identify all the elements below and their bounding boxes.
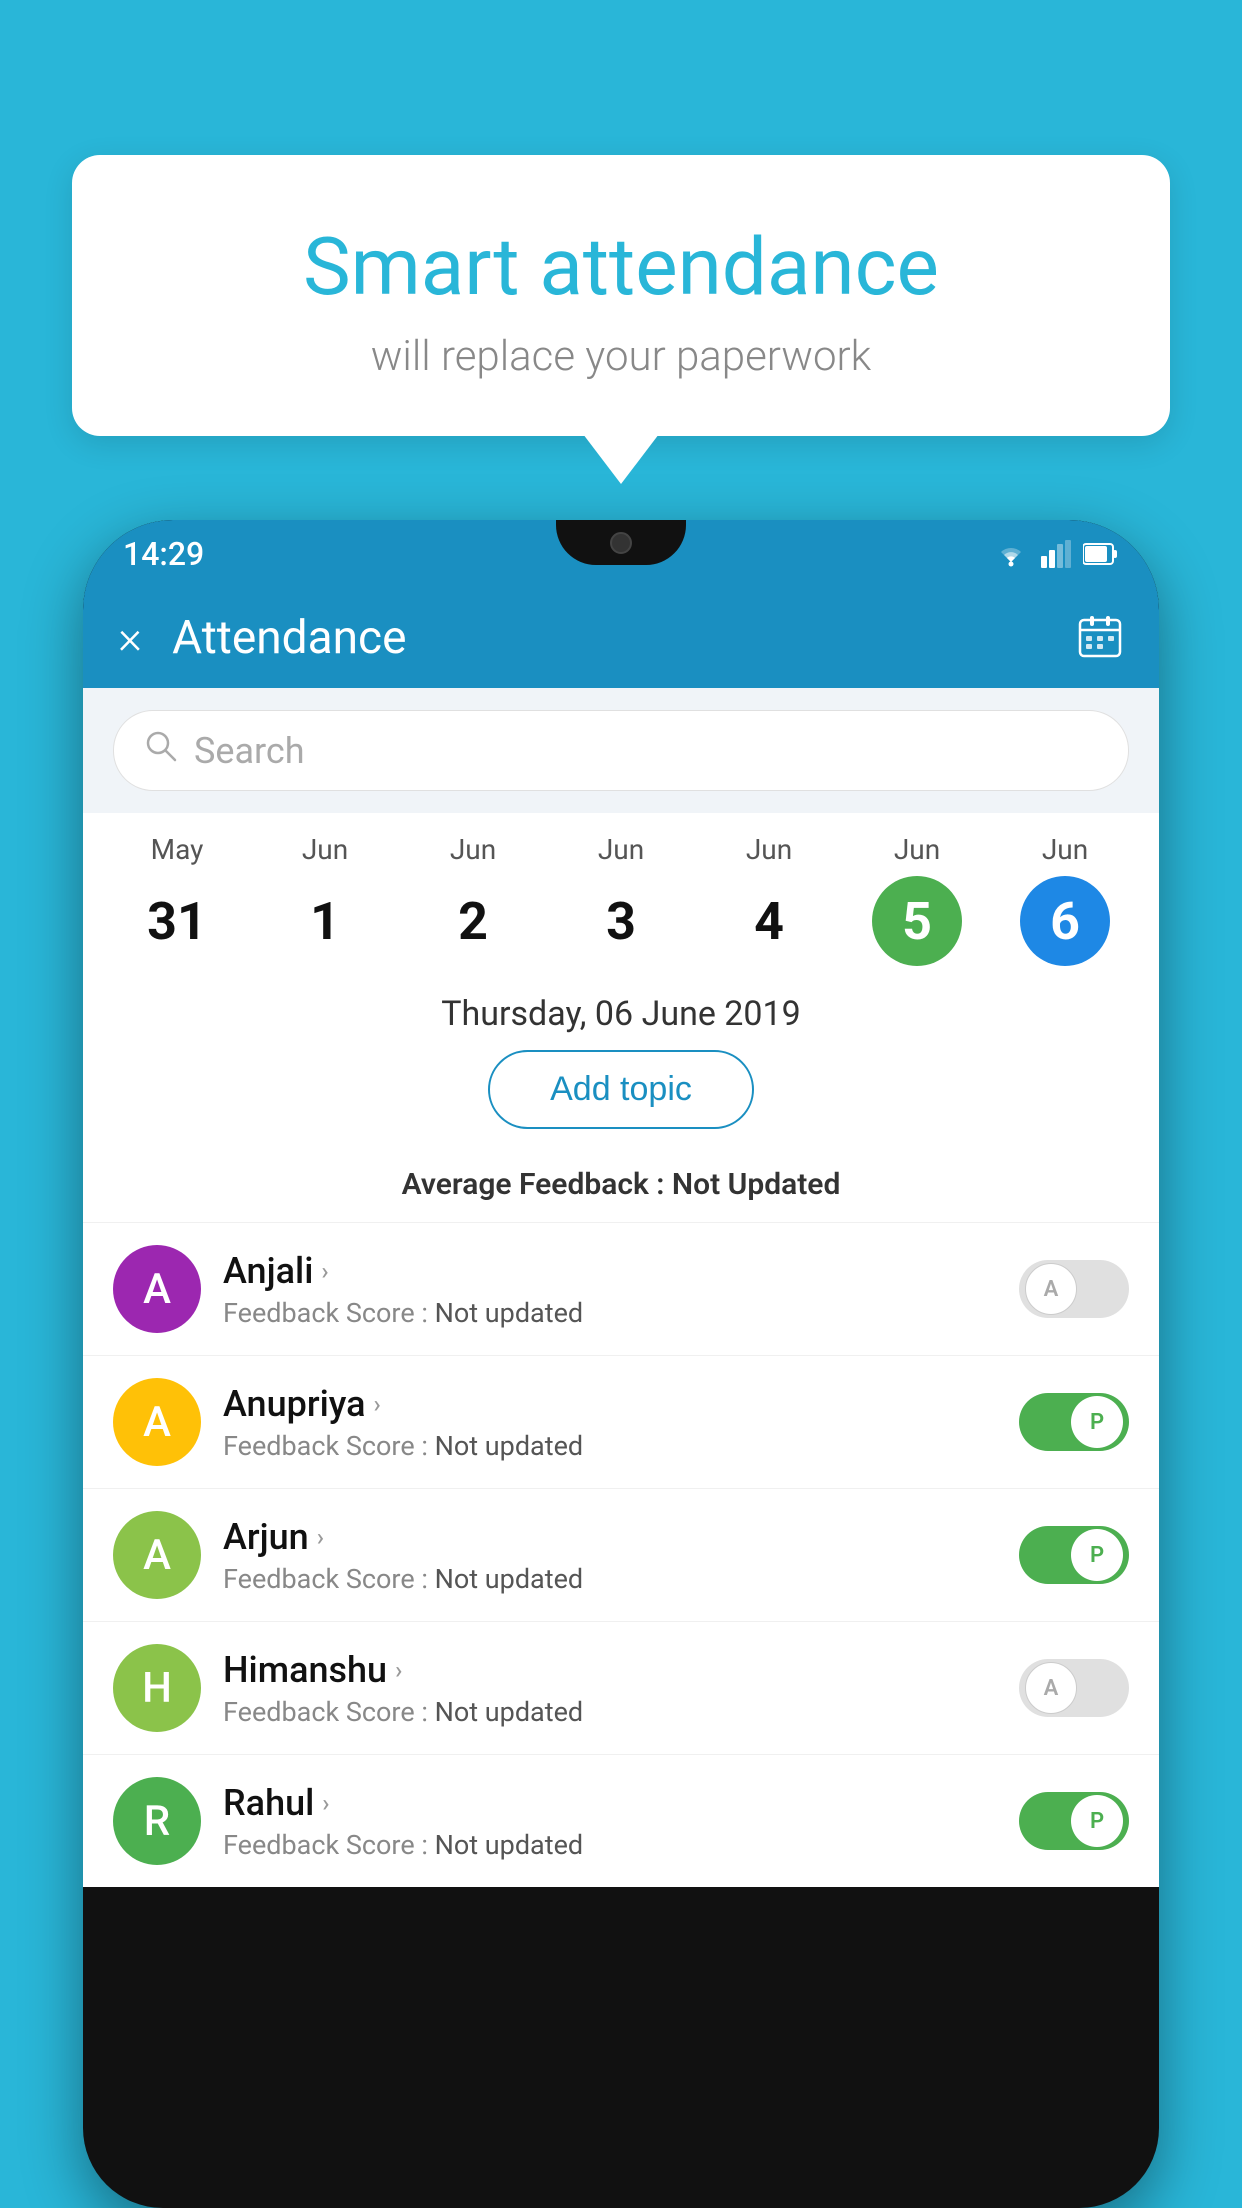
student-feedback: Feedback Score : Not updated xyxy=(223,1430,997,1462)
student-info: Arjun › Feedback Score : Not updated xyxy=(223,1516,997,1595)
student-item[interactable]: A Anjali › Feedback Score : Not updated A xyxy=(83,1222,1159,1355)
student-name: Anupriya › xyxy=(223,1383,997,1425)
speech-bubble: Smart attendance will replace your paper… xyxy=(72,155,1170,436)
avg-feedback-label: Average Feedback : xyxy=(402,1167,672,1202)
bubble-subtitle: will replace your paperwork xyxy=(132,332,1110,381)
student-avatar: A xyxy=(113,1511,201,1599)
speech-bubble-wrapper: Smart attendance will replace your paper… xyxy=(72,155,1170,436)
cal-month-label: Jun xyxy=(450,833,496,866)
calendar-day[interactable]: Jun 5 xyxy=(867,833,967,966)
add-topic-button[interactable]: Add topic xyxy=(488,1050,754,1129)
student-info: Anjali › Feedback Score : Not updated xyxy=(223,1250,997,1329)
chevron-right-icon: › xyxy=(395,1656,402,1684)
attendance-toggle[interactable]: P xyxy=(1019,1393,1129,1451)
cal-date-number: 3 xyxy=(576,876,666,966)
cal-month-label: Jun xyxy=(894,833,940,866)
student-item[interactable]: A Arjun › Feedback Score : Not updated P xyxy=(83,1488,1159,1621)
student-item[interactable]: A Anupriya › Feedback Score : Not updated P xyxy=(83,1355,1159,1488)
student-feedback: Feedback Score : Not updated xyxy=(223,1297,997,1329)
cal-month-label: Jun xyxy=(302,833,348,866)
chevron-right-icon: › xyxy=(321,1257,328,1285)
chevron-right-icon: › xyxy=(317,1523,324,1551)
calendar-day[interactable]: Jun 4 xyxy=(719,833,819,966)
app-bar: × Attendance xyxy=(83,588,1159,688)
student-name: Rahul › xyxy=(223,1782,997,1824)
chevron-right-icon: › xyxy=(374,1390,381,1418)
search-container: Search xyxy=(83,688,1159,813)
avg-feedback-value: Not Updated xyxy=(672,1167,840,1202)
attendance-toggle[interactable]: A xyxy=(1019,1260,1129,1318)
close-button[interactable]: × xyxy=(118,615,142,661)
signal-icon xyxy=(1041,540,1071,568)
calendar-strip: May 31 Jun 1 Jun 2 Jun 3 Jun 4 Jun 5 Jun 6 xyxy=(83,813,1159,966)
status-bar: 14:29 xyxy=(83,520,1159,588)
cal-date-number: 1 xyxy=(280,876,370,966)
toggle-knob: A xyxy=(1025,1662,1077,1714)
student-info: Rahul › Feedback Score : Not updated xyxy=(223,1782,997,1861)
battery-icon xyxy=(1083,541,1119,567)
student-avatar: R xyxy=(113,1777,201,1865)
cal-month-label: Jun xyxy=(1042,833,1088,866)
toggle-knob: P xyxy=(1071,1396,1123,1448)
student-item[interactable]: H Himanshu › Feedback Score : Not updated A xyxy=(83,1621,1159,1754)
cal-date-number: 31 xyxy=(132,876,222,966)
student-list: AAnjali ›Feedback Score : Not updatedAAA… xyxy=(83,1222,1159,1887)
cal-date-number: 5 xyxy=(872,876,962,966)
calendar-day[interactable]: May 31 xyxy=(127,833,227,966)
phone-frame: 14:29 xyxy=(83,520,1159,2208)
search-icon xyxy=(144,729,178,772)
student-feedback: Feedback Score : Not updated xyxy=(223,1696,997,1728)
cal-month-label: Jun xyxy=(598,833,644,866)
cal-month-label: May xyxy=(151,833,204,866)
attendance-toggle[interactable]: P xyxy=(1019,1526,1129,1584)
phone-inner: 14:29 xyxy=(83,520,1159,2208)
chevron-right-icon: › xyxy=(322,1789,329,1817)
toggle-knob: P xyxy=(1071,1529,1123,1581)
bubble-title: Smart attendance xyxy=(132,220,1110,314)
calendar-day[interactable]: Jun 3 xyxy=(571,833,671,966)
student-name: Himanshu › xyxy=(223,1649,997,1691)
student-avatar: A xyxy=(113,1378,201,1466)
attendance-toggle[interactable]: A xyxy=(1019,1659,1129,1717)
cal-month-label: Jun xyxy=(746,833,792,866)
calendar-day[interactable]: Jun 6 xyxy=(1015,833,1115,966)
student-feedback: Feedback Score : Not updated xyxy=(223,1829,997,1861)
student-name: Arjun › xyxy=(223,1516,997,1558)
cal-date-number: 6 xyxy=(1020,876,1110,966)
search-placeholder: Search xyxy=(194,730,305,772)
status-time: 14:29 xyxy=(123,535,204,573)
avg-feedback: Average Feedback : Not Updated xyxy=(83,1167,1159,1222)
student-avatar: A xyxy=(113,1245,201,1333)
student-avatar: H xyxy=(113,1644,201,1732)
camera xyxy=(610,532,632,554)
search-bar[interactable]: Search xyxy=(113,710,1129,791)
calendar-day[interactable]: Jun 1 xyxy=(275,833,375,966)
student-name: Anjali › xyxy=(223,1250,997,1292)
attendance-toggle[interactable]: P xyxy=(1019,1792,1129,1850)
calendar-day[interactable]: Jun 2 xyxy=(423,833,523,966)
toggle-knob: P xyxy=(1071,1795,1123,1847)
status-icons xyxy=(993,540,1119,568)
toggle-knob: A xyxy=(1025,1263,1077,1315)
calendar-icon[interactable] xyxy=(1076,612,1124,664)
cal-date-number: 4 xyxy=(724,876,814,966)
notch xyxy=(556,520,686,565)
app-title: Attendance xyxy=(172,611,1046,665)
cal-date-number: 2 xyxy=(428,876,518,966)
selected-date: Thursday, 06 June 2019 xyxy=(83,966,1159,1050)
student-feedback: Feedback Score : Not updated xyxy=(223,1563,997,1595)
student-info: Anupriya › Feedback Score : Not updated xyxy=(223,1383,997,1462)
phone-screen: Search May 31 Jun 1 Jun 2 Jun 3 Jun 4 Jun 5 Jun 6 Thu… xyxy=(83,688,1159,2208)
wifi-icon xyxy=(993,540,1029,568)
student-info: Himanshu › Feedback Score : Not updated xyxy=(223,1649,997,1728)
student-item[interactable]: R Rahul › Feedback Score : Not updated P xyxy=(83,1754,1159,1887)
